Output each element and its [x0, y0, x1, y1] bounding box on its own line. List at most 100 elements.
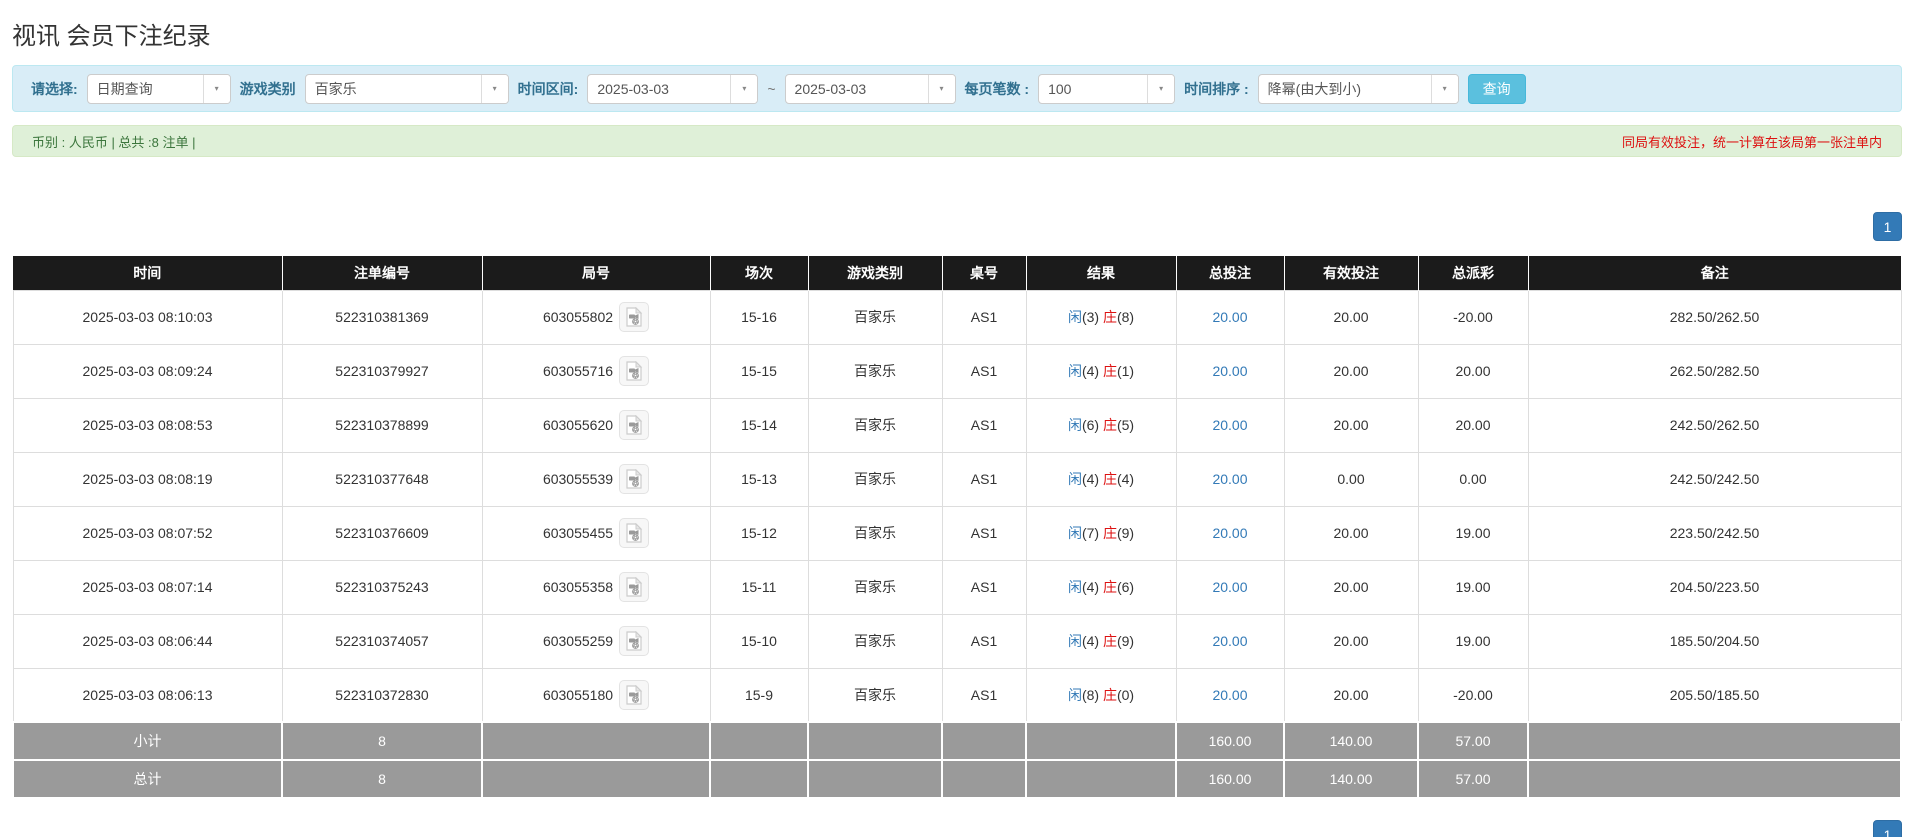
cell-result: 闲(6) 庄(5) [1025, 397, 1177, 453]
sum-payout: 57.00 [1417, 721, 1529, 761]
cell-table-no: AS1 [941, 343, 1027, 399]
sum-empty [1527, 759, 1902, 799]
query-type-label: 请选择: [31, 80, 78, 97]
column-header: 场次 [709, 256, 808, 290]
result-player-label: 闲 [1067, 633, 1082, 649]
cell-round-id: 603055358 [481, 559, 711, 615]
cell-remark: 242.50/242.50 [1527, 451, 1902, 507]
chevron-down-icon[interactable]: ▾ [1147, 74, 1175, 103]
table-row: 2025-03-03 08:08:53 522310378899 603055620… [12, 397, 1902, 453]
date-to-input[interactable]: 2025-03-03 ▾ [784, 73, 956, 104]
video-replay-button[interactable] [619, 356, 650, 386]
search-button[interactable]: 查询 [1467, 73, 1526, 104]
cell-payout: 19.00 [1417, 559, 1529, 615]
chevron-down-icon[interactable]: ▾ [1430, 74, 1458, 103]
page-button-1[interactable]: 1 [1873, 212, 1902, 241]
result-banker-label: 庄 [1102, 686, 1117, 703]
result-player-number: (4) [1081, 579, 1103, 595]
cell-round-id: 603055259 [481, 613, 711, 669]
column-header: 有效投注 [1283, 256, 1418, 290]
table-row: 2025-03-03 08:07:14 522310375243 603055358… [12, 559, 1902, 615]
cell-bet-id: 522310376609 [281, 505, 483, 561]
game-category-select[interactable]: 百家乐 ▾ [304, 73, 509, 104]
cell-bet-id: 522310381369 [281, 289, 483, 345]
chevron-down-icon[interactable]: ▾ [480, 74, 508, 103]
total-bet-link[interactable]: 20.00 [1212, 471, 1247, 487]
round-id-text: 603055180 [542, 686, 614, 703]
result-player-number: (7) [1081, 525, 1103, 541]
cell-payout: 20.00 [1417, 397, 1529, 453]
result-banker-label: 庄 [1102, 525, 1117, 541]
total-bet-link[interactable]: 20.00 [1212, 363, 1247, 379]
sum-count: 8 [281, 759, 483, 799]
valid-bet-notice: 同局有效投注，统一计算在该局第一张注单内 [1621, 134, 1882, 150]
result-banker-label: 庄 [1102, 309, 1117, 325]
cell-valid-bet: 20.00 [1283, 613, 1419, 669]
game-category-label: 游戏类别 [239, 80, 296, 97]
time-sort-select[interactable]: 降幂(由大到小) ▾ [1257, 73, 1459, 104]
video-replay-button[interactable] [619, 464, 650, 494]
round-id-group: 603055802 [483, 302, 710, 332]
result-player-label: 闲 [1067, 686, 1082, 703]
table-row: 2025-03-03 08:10:03 522310381369 603055802… [12, 289, 1902, 345]
table-header-row: 时间 注单编号 局号 场次 游戏类别 桌号 结果 总投注 有效投注 总派彩 备注 [13, 256, 1901, 290]
video-replay-button[interactable] [619, 572, 650, 602]
result-player-label: 闲 [1067, 525, 1082, 541]
cell-table-no: AS1 [941, 559, 1027, 615]
video-replay-button[interactable] [619, 626, 650, 656]
cell-time: 2025-03-03 08:10:03 [12, 289, 283, 345]
page-root: 视讯 会员下注纪录 请选择: 日期查询 ▾ 游戏类别 百家乐 ▾ 时间区间: 2… [0, 0, 1914, 837]
total-bet-link[interactable]: 20.00 [1212, 525, 1247, 541]
total-bet-link[interactable]: 20.00 [1212, 687, 1247, 703]
query-type-select[interactable]: 日期查询 ▾ [86, 73, 231, 104]
cell-valid-bet: 20.00 [1283, 397, 1419, 453]
total-bet-link[interactable]: 20.00 [1212, 633, 1247, 649]
sum-total-bet: 160.00 [1175, 721, 1285, 761]
cell-table-no: AS1 [941, 613, 1027, 669]
cell-time: 2025-03-03 08:06:13 [12, 667, 283, 723]
video-replay-button[interactable] [619, 302, 650, 332]
cell-round-id: 603055802 [481, 289, 711, 345]
filter-panel: 请选择: 日期查询 ▾ 游戏类别 百家乐 ▾ 时间区间: 2025-03-03 … [12, 65, 1902, 112]
cell-payout: -20.00 [1417, 667, 1529, 723]
cell-round-id: 603055539 [481, 451, 711, 507]
video-replay-button[interactable] [619, 518, 650, 548]
cell-remark: 185.50/204.50 [1527, 613, 1902, 669]
table-header: 时间 注单编号 局号 场次 游戏类别 桌号 结果 总投注 有效投注 总派彩 备注 [13, 256, 1901, 290]
cell-game-category: 百家乐 [807, 343, 943, 399]
table-row: 2025-03-03 08:09:24 522310379927 603055716… [12, 343, 1902, 399]
cell-game-category: 百家乐 [807, 667, 943, 723]
video-replay-button[interactable] [619, 679, 650, 710]
cell-remark: 223.50/242.50 [1527, 505, 1902, 561]
sum-empty [941, 759, 1027, 799]
chevron-down-icon[interactable]: ▾ [927, 74, 955, 103]
total-bet-link[interactable]: 20.00 [1212, 579, 1247, 595]
total-bet-link[interactable]: 20.00 [1212, 417, 1247, 433]
sum-empty [709, 721, 809, 761]
page-size-select[interactable]: 100 ▾ [1038, 73, 1176, 104]
chevron-down-icon[interactable]: ▾ [730, 74, 758, 103]
date-from-input[interactable]: 2025-03-03 ▾ [587, 73, 759, 104]
sum-valid-bet: 140.00 [1283, 759, 1419, 799]
cell-total-bet: 20.00 [1175, 613, 1285, 669]
round-id-group: 603055358 [483, 572, 710, 602]
table-body: 2025-03-03 08:10:03 522310381369 603055802… [12, 289, 1902, 799]
page-button-1[interactable]: 1 [1873, 820, 1902, 837]
cell-valid-bet: 20.00 [1283, 667, 1419, 723]
total-bet-link[interactable]: 20.00 [1212, 309, 1247, 325]
table-row: 2025-03-03 08:06:13 522310372830 603055180… [12, 667, 1902, 723]
cell-result: 闲(8) 庄(0) [1025, 667, 1177, 723]
table-row: 2025-03-03 08:08:19 522310377648 603055539… [12, 451, 1902, 507]
time-range-label: 时间区间: [517, 80, 579, 97]
video-replay-button[interactable] [619, 410, 650, 440]
result-player-number: (4) [1081, 633, 1103, 649]
cell-remark: 204.50/223.50 [1527, 559, 1902, 615]
summary-bar: 币别 : 人民币 | 总共 :8 注单 | 同局有效投注，统一计算在该局第一张注… [12, 125, 1902, 157]
result-player-label: 闲 [1067, 471, 1082, 487]
range-tilde: ~ [767, 80, 776, 97]
cell-bet-id: 522310377648 [281, 451, 483, 507]
chevron-down-icon[interactable]: ▾ [202, 74, 230, 103]
cell-session: 15-15 [709, 343, 809, 399]
sum-label: 总计 [12, 759, 283, 799]
cell-table-no: AS1 [941, 667, 1027, 723]
